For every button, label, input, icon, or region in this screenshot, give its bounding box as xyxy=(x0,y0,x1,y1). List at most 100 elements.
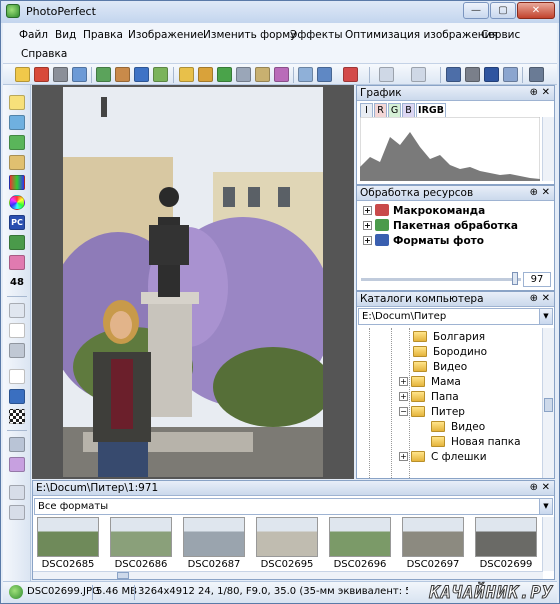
eyedropper-icon[interactable] xyxy=(274,67,289,82)
ruler-icon[interactable] xyxy=(9,505,25,520)
folder-item[interactable]: Видео xyxy=(413,360,467,375)
stamp-icon[interactable] xyxy=(9,485,25,500)
minimize-button[interactable]: — xyxy=(463,2,489,19)
levels-icon[interactable] xyxy=(9,135,25,150)
folder-item[interactable]: + С флешки xyxy=(399,450,487,465)
thumbnail-image[interactable] xyxy=(183,517,245,557)
expand-icon[interactable]: + xyxy=(363,221,372,230)
histogram-scale[interactable] xyxy=(542,117,554,181)
crop-icon[interactable] xyxy=(343,67,358,82)
folder-item[interactable]: Болгария xyxy=(413,330,485,345)
adjust-icon[interactable] xyxy=(153,67,168,82)
folder-item[interactable]: Бородино xyxy=(413,345,487,360)
export-icon[interactable] xyxy=(446,67,461,82)
expand-icon[interactable]: + xyxy=(399,377,408,386)
catalog-path-select[interactable]: E:\Docum\Питер ▼ xyxy=(358,308,553,325)
undo-icon[interactable] xyxy=(379,67,394,82)
format-filter-select[interactable]: Все форматы ▼ xyxy=(34,498,553,515)
copy-icon[interactable] xyxy=(503,67,518,82)
camera-icon[interactable] xyxy=(53,67,68,82)
crop-tool-icon[interactable] xyxy=(9,155,25,170)
expand-icon[interactable]: − xyxy=(399,407,408,416)
green-filter-icon[interactable] xyxy=(9,235,25,250)
zoom-icon[interactable] xyxy=(317,67,332,82)
color-wheel-icon[interactable] xyxy=(9,195,25,210)
magic-wand-icon[interactable] xyxy=(9,457,25,472)
thumbnail-image[interactable] xyxy=(329,517,391,557)
thumbnail-image[interactable] xyxy=(110,517,172,557)
pin-icon[interactable]: ⊕ xyxy=(530,481,538,495)
size-slider-thumb[interactable] xyxy=(512,272,518,285)
tab-irgb[interactable]: IRGB xyxy=(416,103,446,117)
open-folder-icon[interactable] xyxy=(15,67,30,82)
save-icon[interactable] xyxy=(484,67,499,82)
menu-file[interactable]: Файл xyxy=(19,29,48,41)
scissors-icon[interactable] xyxy=(9,343,25,358)
chevron-down-icon[interactable]: ▼ xyxy=(539,309,552,324)
pc-icon[interactable]: PC xyxy=(9,215,25,230)
thumbnail-scrollbar[interactable] xyxy=(33,571,543,579)
expand-icon[interactable]: + xyxy=(363,206,372,215)
checker-icon[interactable] xyxy=(9,409,25,424)
folder-item[interactable]: Видео xyxy=(431,420,485,435)
menu-tools[interactable]: Сервис xyxy=(481,29,520,41)
bit-depth-icon[interactable]: 48 xyxy=(9,275,25,290)
resize-icon[interactable] xyxy=(9,369,25,384)
color-bars-icon[interactable] xyxy=(9,175,25,190)
pin-icon[interactable]: ⊕ xyxy=(530,292,538,306)
monitor-icon[interactable] xyxy=(134,67,149,82)
histogram-icon[interactable] xyxy=(217,67,232,82)
rotate-icon[interactable] xyxy=(9,303,25,318)
grid-icon[interactable] xyxy=(236,67,251,82)
scroll-thumb[interactable] xyxy=(544,398,553,412)
tree-item-batch[interactable]: + Пакетная обработка xyxy=(363,219,518,234)
close-icon[interactable]: ✕ xyxy=(542,186,550,200)
redo-icon[interactable] xyxy=(411,67,426,82)
close-icon[interactable]: ✕ xyxy=(542,292,550,306)
pin-icon[interactable]: ⊕ xyxy=(530,86,538,100)
tab-b[interactable]: B xyxy=(402,103,415,117)
thumbnail-image[interactable] xyxy=(475,517,537,557)
tab-i[interactable]: I xyxy=(360,103,373,117)
delete-icon[interactable] xyxy=(34,67,49,82)
size-value-field[interactable]: 97 xyxy=(523,272,551,287)
tab-g[interactable]: G xyxy=(388,103,401,117)
close-icon[interactable]: ✕ xyxy=(542,481,550,495)
tree-item-macro[interactable]: + Макрокоманда xyxy=(363,204,485,219)
menu-effects[interactable]: Эффекты xyxy=(290,29,343,41)
page-icon[interactable] xyxy=(9,323,25,338)
tab-r[interactable]: R xyxy=(374,103,387,117)
expand-icon[interactable]: + xyxy=(363,236,372,245)
menu-help[interactable]: Справка xyxy=(21,48,67,60)
sparkle-icon[interactable] xyxy=(9,95,25,110)
settings-icon[interactable] xyxy=(529,67,544,82)
menu-image[interactable]: Изображение xyxy=(128,29,204,41)
pin-icon[interactable]: ⊕ xyxy=(530,186,538,200)
print-icon[interactable] xyxy=(465,67,480,82)
frame-icon[interactable] xyxy=(9,389,25,404)
scan-icon[interactable] xyxy=(72,67,87,82)
scroll-thumb[interactable] xyxy=(117,572,129,579)
expand-icon[interactable]: + xyxy=(399,452,408,461)
size-slider-track[interactable] xyxy=(361,278,521,281)
menu-reshape[interactable]: Изменить форму xyxy=(203,29,296,41)
folder-item[interactable]: Новая папка xyxy=(431,435,521,450)
close-icon[interactable]: ✕ xyxy=(542,86,550,100)
expand-icon[interactable]: + xyxy=(399,392,408,401)
chevron-down-icon[interactable]: ▼ xyxy=(539,499,552,514)
zoom-fit-icon[interactable] xyxy=(298,67,313,82)
folder-item[interactable]: + Папа xyxy=(399,390,459,405)
menu-optimize[interactable]: Оптимизация изображения xyxy=(345,29,498,41)
multi-icon[interactable] xyxy=(198,67,213,82)
eraser-icon[interactable] xyxy=(9,255,25,270)
dropper-icon[interactable] xyxy=(9,115,25,130)
menu-edit[interactable]: Правка xyxy=(83,29,123,41)
thumbnail-image[interactable] xyxy=(37,517,99,557)
menu-view[interactable]: Вид xyxy=(55,29,76,41)
folder-item[interactable]: − Питер xyxy=(399,405,465,420)
folder-item[interactable]: + Мама xyxy=(399,375,461,390)
thumbnail-vscroll[interactable] xyxy=(542,517,554,571)
thumbnail-image[interactable] xyxy=(256,517,318,557)
film-icon[interactable] xyxy=(255,67,270,82)
brush-icon[interactable] xyxy=(115,67,130,82)
